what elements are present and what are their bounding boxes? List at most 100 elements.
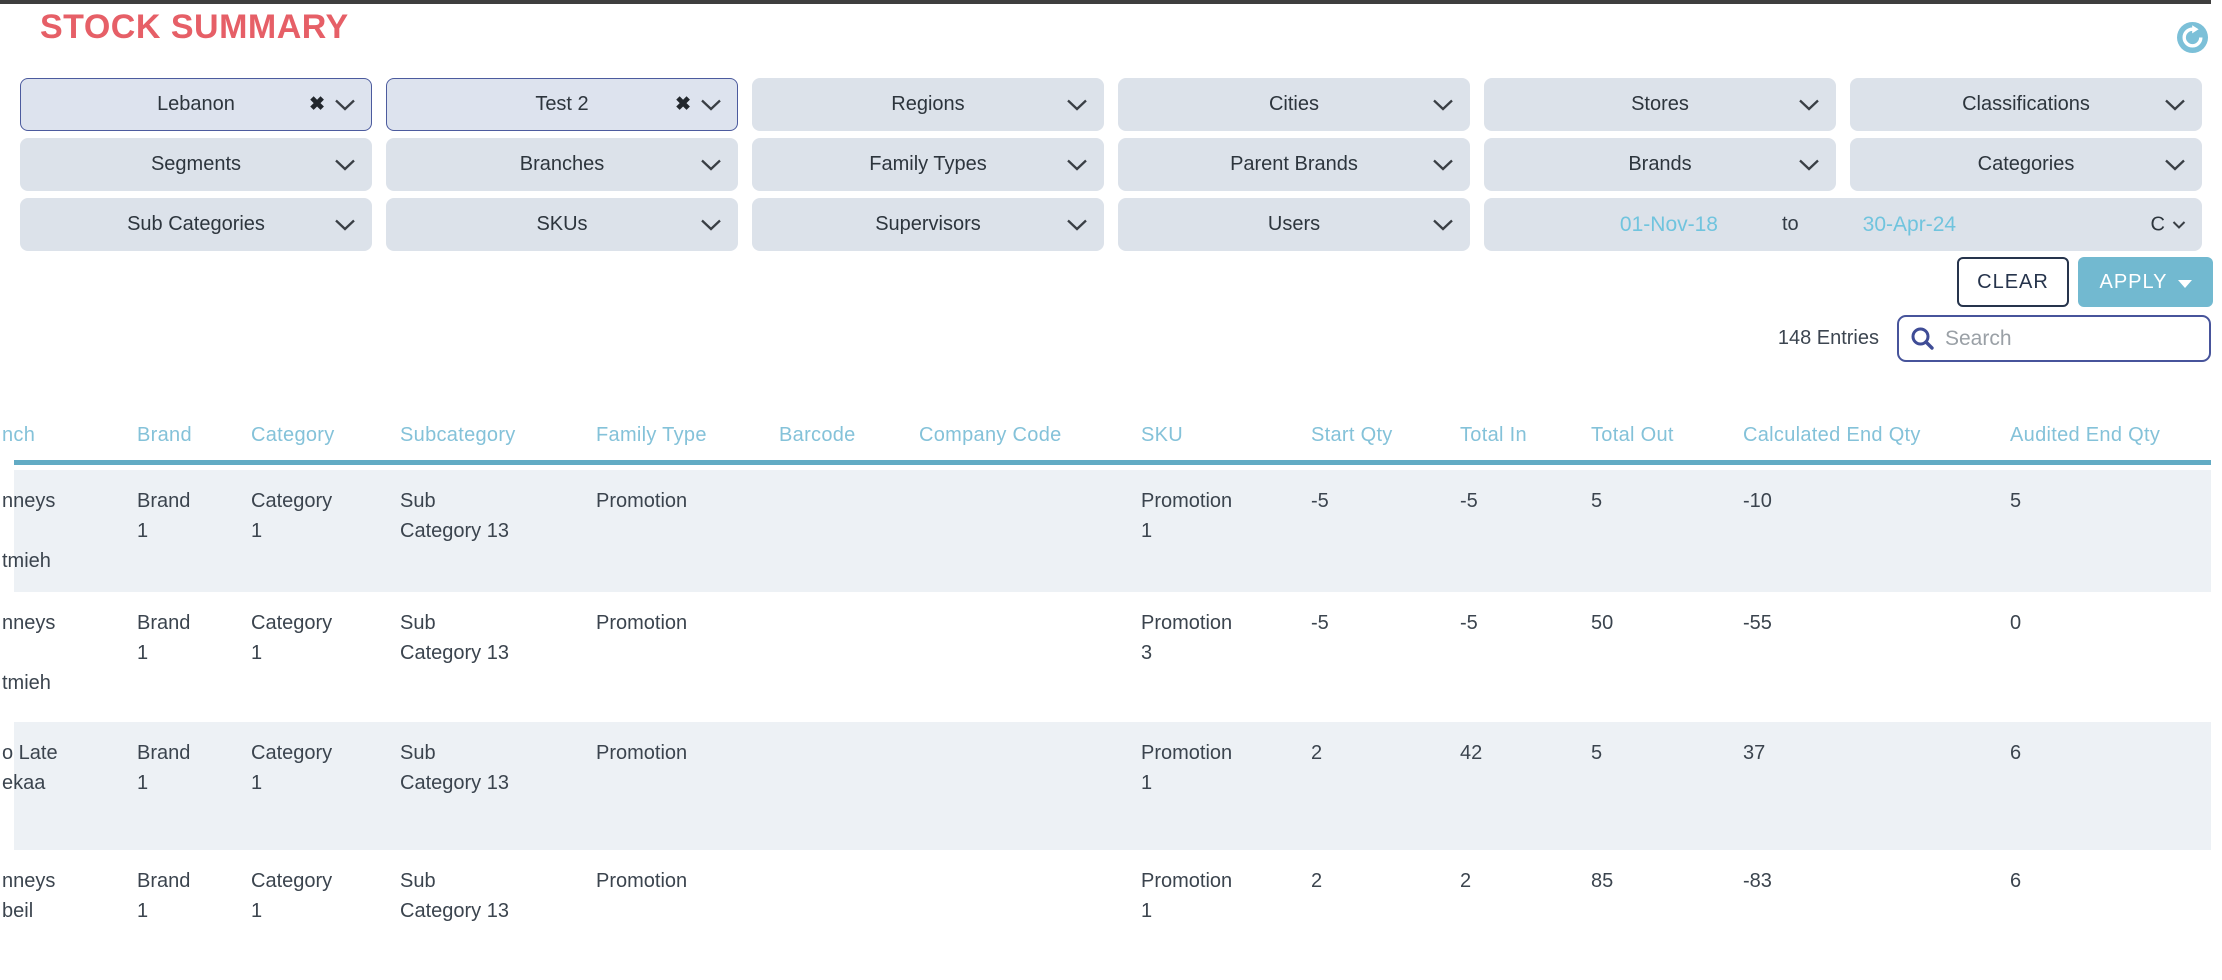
cell-branch: o Lateekaa — [2, 738, 137, 850]
cell-text-line: Promotion — [596, 608, 767, 638]
column-header-barcode[interactable]: Barcode — [779, 424, 919, 447]
filter-dropdown-label: Cities — [1269, 93, 1319, 116]
cell-text-line: 6 — [2010, 738, 2199, 768]
cell-calculated-end-qty: -10 — [1743, 486, 2010, 592]
column-header-branch[interactable]: nch — [2, 424, 137, 447]
filter-dropdown-skus[interactable]: SKUs — [386, 198, 738, 251]
cell-text-line: Promotion — [596, 486, 767, 516]
date-to[interactable]: 30-Apr-24 — [1863, 213, 1956, 237]
cell-text-line: Category — [251, 866, 388, 896]
cell-subcategory: SubCategory 13 — [400, 486, 596, 592]
filter-dropdown-users[interactable]: Users — [1118, 198, 1470, 251]
chevron-down-icon — [334, 98, 356, 111]
cell-text-line: Brand — [137, 608, 239, 638]
cell-calculated-end-qty: 37 — [1743, 738, 2010, 850]
cell-text-line: Sub — [400, 738, 584, 768]
cell-text-line: Sub — [400, 486, 584, 516]
column-header-calculated-end-qty[interactable]: Calculated End Qty — [1743, 424, 2010, 447]
stock-summary-table: nchBrandCategorySubcategoryFamily TypeBa… — [14, 410, 2211, 980]
filters-panel: Lebanon✖ Test 2 ✖ Regions Cities Stores Classi… — [20, 78, 2202, 251]
cell-category: Category1 — [251, 486, 400, 592]
cell-text-line — [2, 638, 125, 668]
column-header-category[interactable]: Category — [251, 424, 400, 447]
column-header-start-qty[interactable]: Start Qty — [1311, 424, 1460, 447]
date-range-connector: to — [1782, 213, 1799, 236]
column-header-family-type[interactable]: Family Type — [596, 424, 779, 447]
column-header-company-code[interactable]: Company Code — [919, 424, 1141, 447]
filter-dropdown-label: Classifications — [1962, 93, 2090, 116]
cell-subcategory: SubCategory 13 — [400, 738, 596, 850]
cell-text-line: 1 — [251, 896, 388, 926]
cell-audited-end-qty: 5 — [2010, 486, 2211, 592]
chevron-down-icon — [2172, 220, 2186, 229]
filter-dropdown-supervisors[interactable]: Supervisors — [752, 198, 1104, 251]
cell-text-line — [2, 516, 125, 546]
cell-text-line: Category — [251, 486, 388, 516]
date-range-picker[interactable]: 01-Nov-18 to 30-Apr-24 C — [1484, 198, 2202, 251]
cell-text-line: Category 13 — [400, 768, 584, 798]
date-from[interactable]: 01-Nov-18 — [1620, 213, 1718, 237]
cell-company-code — [919, 738, 1141, 850]
search-box — [1897, 315, 2211, 362]
column-header-subcategory[interactable]: Subcategory — [400, 424, 596, 447]
cell-subcategory: SubCategory 13 — [400, 866, 596, 980]
cell-text-line: Category — [251, 738, 388, 768]
filter-dropdown-branches[interactable]: Branches — [386, 138, 738, 191]
filter-dropdown-label: Branches — [520, 153, 605, 176]
cell-branch: nneys tmieh — [2, 486, 137, 592]
filter-dropdown-categories[interactable]: Categories — [1850, 138, 2202, 191]
cell-text-line: Category 13 — [400, 896, 584, 926]
column-header-total-in[interactable]: Total In — [1460, 424, 1591, 447]
filter-dropdown-sub-categories[interactable]: Sub Categories — [20, 198, 372, 251]
chevron-down-icon — [700, 98, 722, 111]
cell-text-line: beil — [2, 896, 125, 926]
clear-selection-icon[interactable]: ✖ — [309, 93, 325, 116]
clear-selection-icon[interactable]: ✖ — [675, 93, 691, 116]
cell-text-line: -5 — [1460, 608, 1579, 638]
filter-dropdown-test-2[interactable]: Test 2 ✖ — [386, 78, 738, 131]
search-input[interactable] — [1897, 315, 2211, 362]
chevron-down-icon — [334, 218, 356, 231]
cell-text-line: 37 — [1743, 738, 1998, 768]
cell-text-line: Category — [251, 608, 388, 638]
cell-company-code — [919, 866, 1141, 980]
cell-category: Category1 — [251, 866, 400, 980]
refresh-icon[interactable] — [2177, 22, 2208, 53]
filter-dropdown-lebanon[interactable]: Lebanon✖ — [20, 78, 372, 131]
cell-text-line: tmieh — [2, 546, 125, 576]
entries-count: 148 Entries — [1778, 327, 1879, 350]
cell-text-line: 6 — [2010, 866, 2199, 896]
column-header-audited-end-qty[interactable]: Audited End Qty — [2010, 424, 2211, 447]
cell-barcode — [779, 866, 919, 980]
cell-brand: Brand1 — [137, 866, 251, 980]
cell-text-line: 1 — [251, 516, 388, 546]
date-mode-dropdown[interactable]: C — [2151, 213, 2186, 236]
filter-dropdown-brands[interactable]: Brands — [1484, 138, 1836, 191]
clear-button[interactable]: CLEAR — [1957, 257, 2069, 307]
column-header-sku[interactable]: SKU — [1141, 424, 1311, 447]
filter-dropdown-stores[interactable]: Stores — [1484, 78, 1836, 131]
column-header-total-out[interactable]: Total Out — [1591, 424, 1743, 447]
filter-dropdown-parent-brands[interactable]: Parent Brands — [1118, 138, 1470, 191]
chevron-down-icon — [1798, 98, 1820, 111]
filter-dropdown-label: Stores — [1631, 93, 1689, 116]
cell-text-line: 2 — [1311, 866, 1448, 896]
cell-text-line: 42 — [1460, 738, 1579, 768]
cell-text-line: Promotion — [1141, 866, 1299, 896]
cell-text-line: 5 — [1591, 738, 1731, 768]
cell-text-line: 85 — [1591, 866, 1731, 896]
cell-text-line: -5 — [1311, 486, 1448, 516]
filter-dropdown-cities[interactable]: Cities — [1118, 78, 1470, 131]
filter-dropdown-regions[interactable]: Regions — [752, 78, 1104, 131]
filter-dropdown-family-types[interactable]: Family Types — [752, 138, 1104, 191]
cell-start-qty: -5 — [1311, 608, 1460, 722]
cell-text-line: 1 — [137, 896, 239, 926]
cell-text-line: Promotion — [596, 738, 767, 768]
filter-dropdown-segments[interactable]: Segments — [20, 138, 372, 191]
cell-barcode — [779, 608, 919, 722]
filter-dropdown-label: Test 2 — [535, 93, 588, 116]
column-header-brand[interactable]: Brand — [137, 424, 251, 447]
filter-dropdown-classifications[interactable]: Classifications — [1850, 78, 2202, 131]
apply-button[interactable]: APPLY — [2078, 257, 2213, 307]
cell-text-line: nneys — [2, 486, 125, 516]
